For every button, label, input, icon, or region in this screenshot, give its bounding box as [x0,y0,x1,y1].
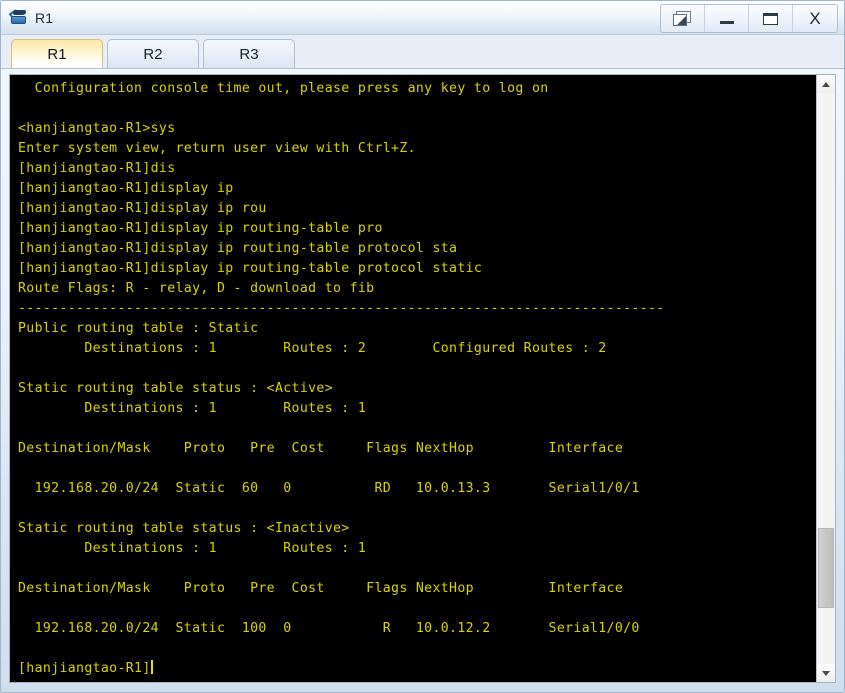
tab-r3[interactable]: R3 [203,39,295,68]
title-bar-left: R1 [1,8,53,27]
cascade-windows-icon [672,10,693,27]
terminal-line: Destination/Mask Proto Pre Cost Flags Ne… [18,581,624,596]
close-button[interactable]: X [793,5,837,32]
scroll-down-button[interactable] [817,664,835,682]
tab-r2-label: R2 [143,45,163,63]
terminal-line: Destinations : 1 Routes : 1 [18,401,367,416]
router-console-window: R1 X R1 R2 R3 Configuration console time… [0,0,845,693]
terminal-line: Enter system view, return user view with… [18,141,416,156]
terminal-line: 192.168.20.0/24 Static 60 0 RD 10.0.13.3… [18,481,640,496]
close-icon: X [809,9,821,28]
terminal-line: Route Flags: R - relay, D - download to … [18,281,375,296]
terminal-line: Destination/Mask Proto Pre Cost Flags Ne… [18,441,624,456]
restore-windows-button[interactable] [661,5,705,32]
scroll-up-button[interactable] [817,75,835,93]
terminal-line: [hanjiangtao-R1]display ip [18,181,234,196]
terminal-line: Public routing table : Static [18,321,259,336]
terminal-line: [hanjiangtao-R1]display ip rou [18,201,267,216]
scrollbar-track[interactable] [817,93,835,664]
console-scrollbar[interactable] [816,75,835,682]
tab-r1-label: R1 [47,45,67,63]
text-cursor [150,660,153,674]
maximize-icon [763,12,778,25]
scroll-down-icon [822,670,830,676]
maximize-button[interactable] [749,5,793,32]
terminal-line: Destinations : 1 Routes : 1 [18,541,367,556]
scrollbar-thumb[interactable] [818,528,834,608]
terminal-line: Destinations : 1 Routes : 2 Configured R… [18,341,607,356]
terminal-line: 192.168.20.0/24 Static 100 0 R 10.0.12.2… [18,621,640,636]
tab-r1[interactable]: R1 [11,39,103,68]
title-bar: R1 X [1,1,844,35]
terminal-line: [hanjiangtao-R1]display ip routing-table… [18,261,483,276]
scroll-up-icon [822,81,830,87]
terminal-line: [hanjiangtao-R1]dis [18,161,176,176]
terminal-line: [hanjiangtao-R1]display ip routing-table… [18,221,383,236]
console-output[interactable]: Configuration console time out, please p… [10,75,816,682]
router-icon [8,8,29,27]
terminal-line: [hanjiangtao-R1]display ip routing-table… [18,241,458,256]
window-title: R1 [35,9,54,26]
terminal-line: Static routing table status : <Active> [18,381,334,396]
terminal-line: Configuration console time out, please p… [18,81,549,96]
tab-r2[interactable]: R2 [107,39,199,68]
device-tab-strip: R1 R2 R3 [1,35,844,69]
terminal-line: <hanjiangtao-R1>sys [18,121,176,136]
minimize-button[interactable] [705,5,749,32]
window-controls: X [660,4,838,33]
terminal-line: [hanjiangtao-R1] [18,660,153,676]
terminal-area: Configuration console time out, please p… [9,74,836,683]
terminal-line: Static routing table status : <Inactive> [18,521,350,536]
minimize-icon [719,21,734,24]
tab-r3-label: R3 [239,45,259,63]
terminal-line: ----------------------------------------… [18,301,665,316]
